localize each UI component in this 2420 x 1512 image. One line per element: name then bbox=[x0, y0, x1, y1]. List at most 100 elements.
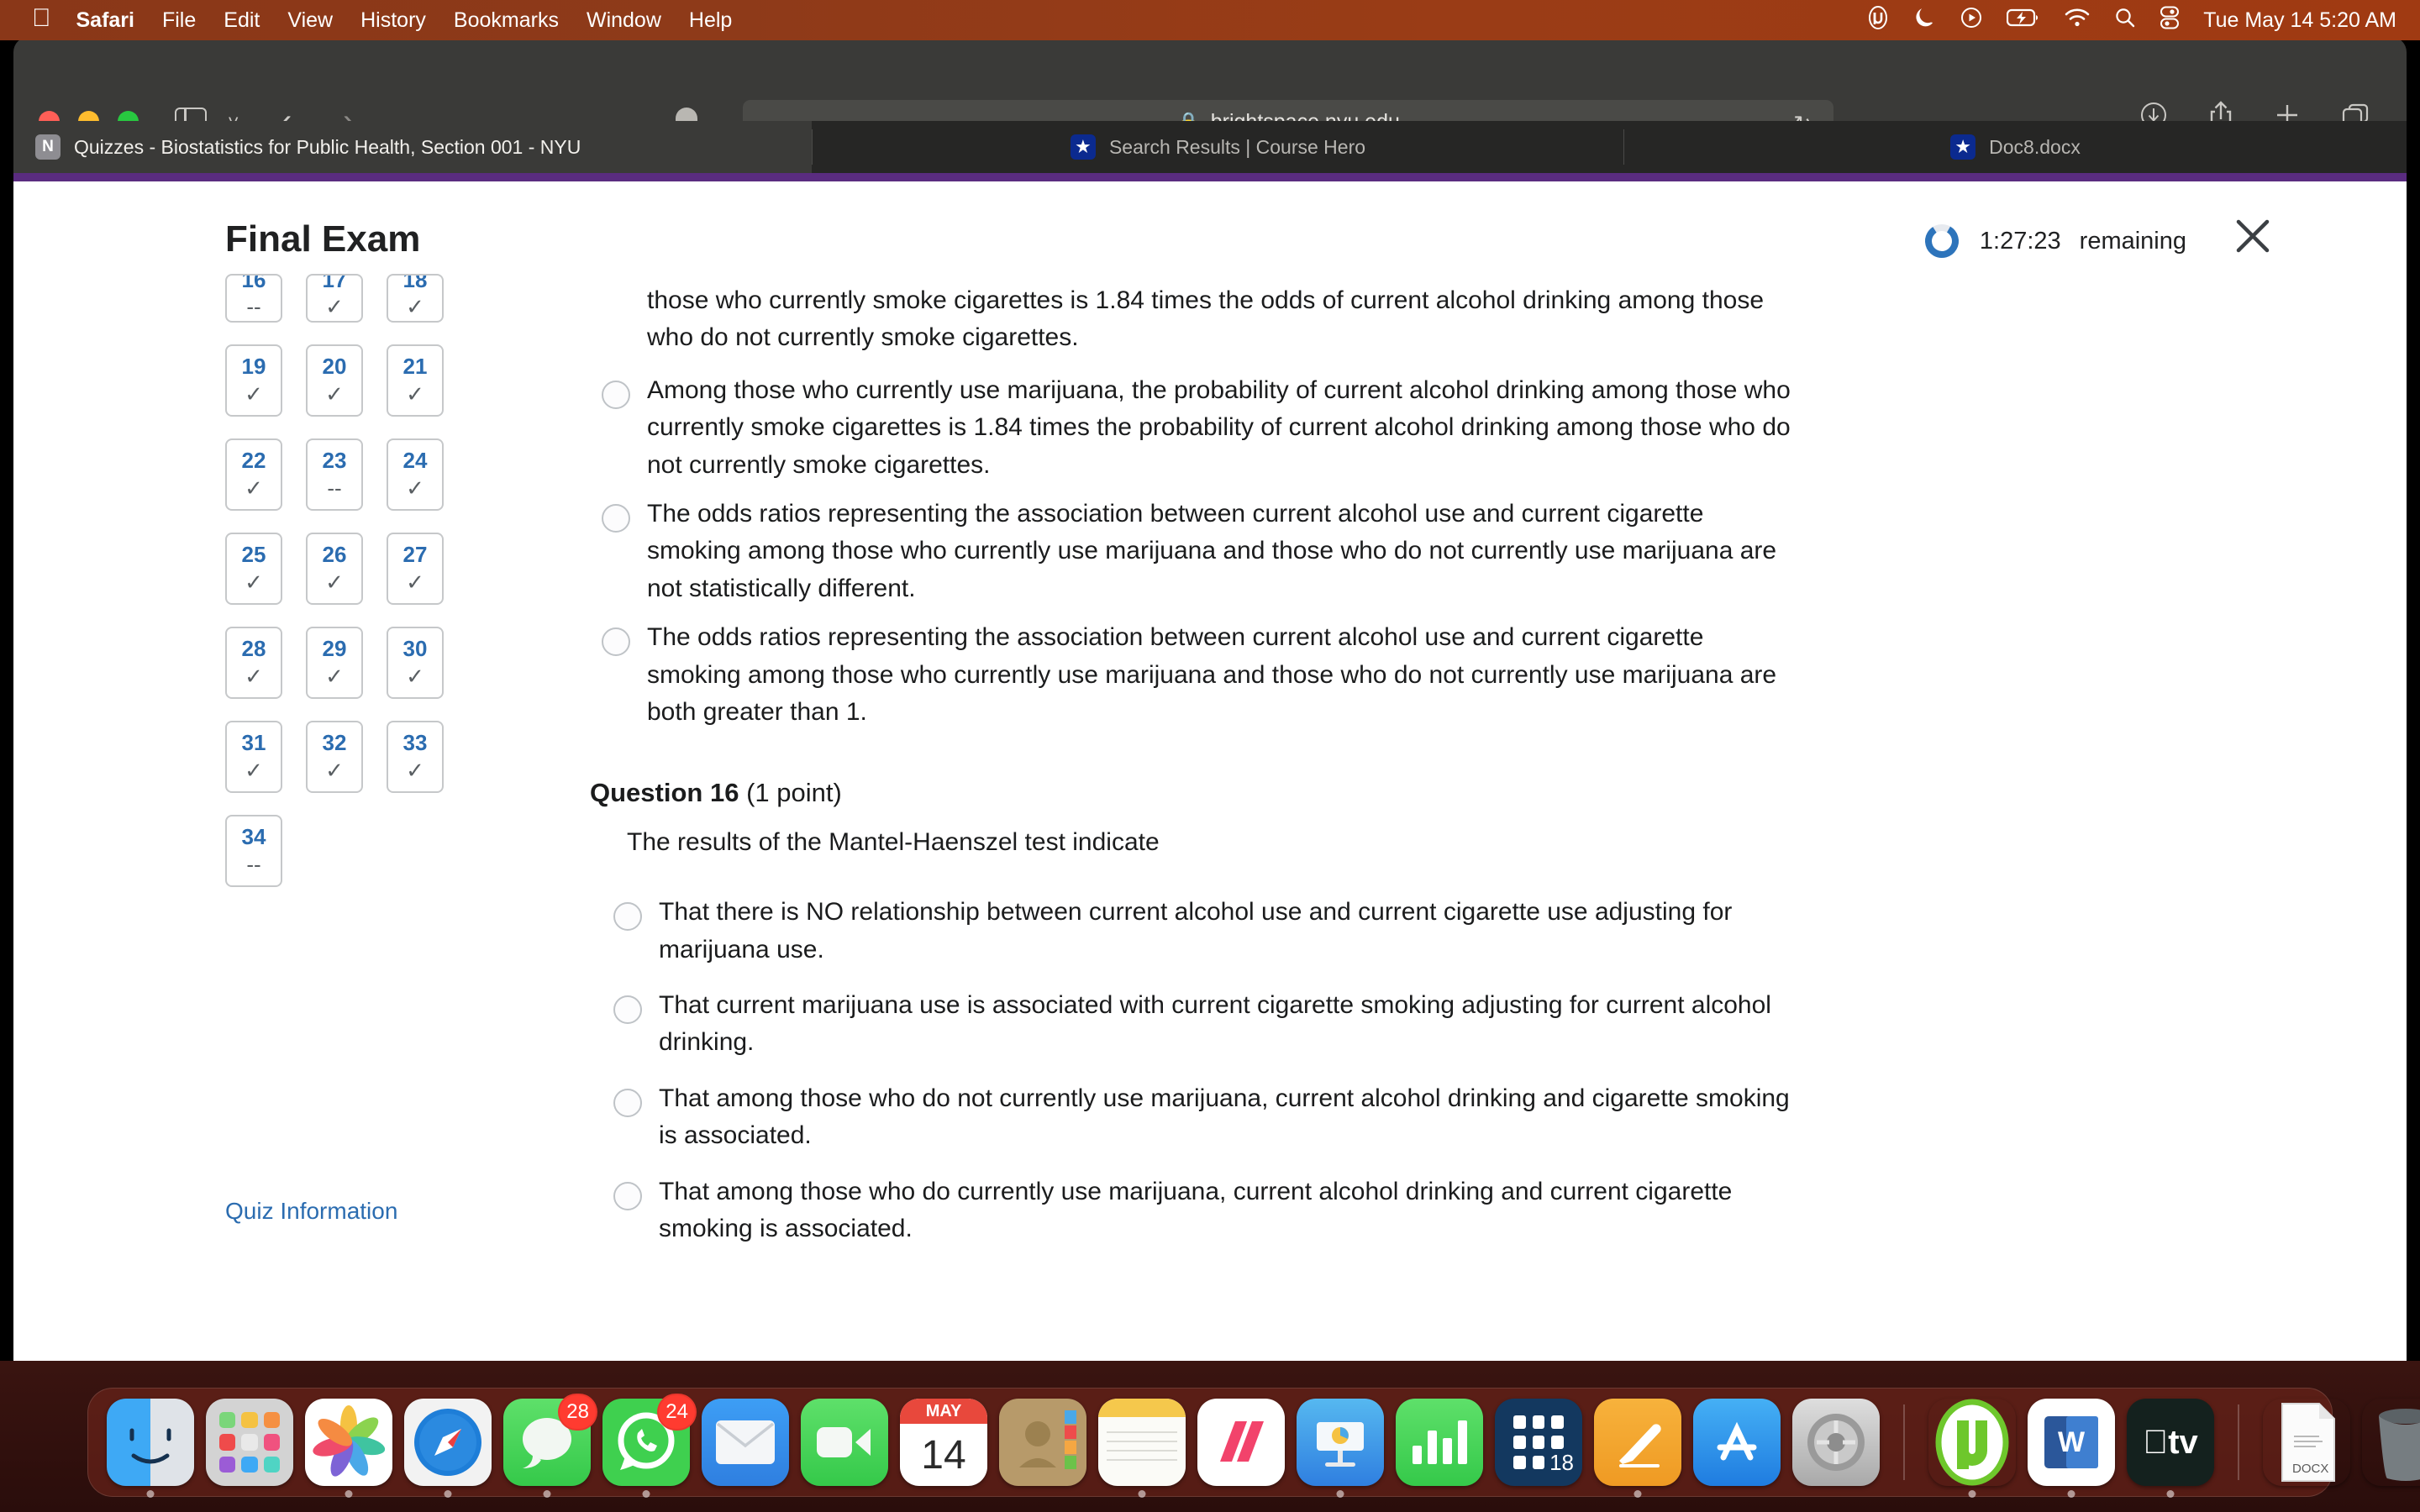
search-icon[interactable] bbox=[2114, 7, 2136, 34]
question-nav-item-22[interactable]: 22 ✓ bbox=[225, 438, 282, 511]
dock-item-apple-tv[interactable]: tv bbox=[2127, 1399, 2214, 1498]
macos-menu-bar:  Safari File Edit View History Bookmark… bbox=[0, 0, 2420, 40]
dock-item-whatsapp[interactable]: 24 bbox=[602, 1394, 697, 1498]
browser-tab-doc8[interactable]: ★ Doc8.docx bbox=[1624, 121, 2407, 173]
running-indicator bbox=[1634, 1490, 1642, 1498]
question-nav-item-28[interactable]: 28 ✓ bbox=[225, 627, 282, 699]
dock-item-finder[interactable] bbox=[107, 1399, 194, 1498]
do-not-disturb-moon-icon[interactable] bbox=[1914, 6, 1936, 35]
question-nav-item-16[interactable]: 16 -- bbox=[225, 274, 282, 323]
menu-item-file[interactable]: File bbox=[162, 8, 196, 33]
menu-item-safari[interactable]: Safari bbox=[76, 8, 134, 33]
question-nav-item-32[interactable]: 32 ✓ bbox=[306, 721, 363, 793]
menu-item-history[interactable]: History bbox=[360, 8, 426, 33]
menu-item-help[interactable]: Help bbox=[689, 8, 732, 33]
radio-button-icon[interactable] bbox=[613, 1088, 642, 1117]
answer-option[interactable]: That among those who do currently use ma… bbox=[613, 1173, 1795, 1248]
radio-button-icon[interactable] bbox=[613, 902, 642, 932]
answer-option[interactable]: That there is NO relationship between cu… bbox=[613, 894, 1795, 969]
dock-item-calendar[interactable]: MAY 14 bbox=[900, 1399, 987, 1486]
radio-button-icon[interactable] bbox=[613, 995, 642, 1025]
dock-item-notes[interactable] bbox=[1098, 1399, 1186, 1498]
question-nav-item-21[interactable]: 21 ✓ bbox=[387, 344, 444, 417]
question-nav-item-25[interactable]: 25 ✓ bbox=[225, 533, 282, 605]
wifi-icon[interactable] bbox=[2064, 8, 2091, 34]
answer-option[interactable]: Among those who currently use marijuana,… bbox=[602, 372, 1795, 484]
question-navigation-grid: 16 -- 17 ✓ 18 ✓ 19 ✓ 20 ✓ 21 ✓ 22 ✓ 23 -… bbox=[225, 274, 469, 909]
answer-option[interactable]: That current marijuana use is associated… bbox=[613, 987, 1795, 1062]
control-center-icon[interactable] bbox=[2160, 6, 2180, 35]
question-nav-item-31[interactable]: 31 ✓ bbox=[225, 721, 282, 793]
dock-item-pages[interactable] bbox=[1594, 1399, 1681, 1498]
answer-option[interactable]: That among those who do not currently us… bbox=[613, 1080, 1795, 1155]
radio-button-icon[interactable] bbox=[613, 1181, 642, 1210]
quiz-information-link[interactable]: Quiz Information bbox=[225, 1198, 397, 1225]
menu-item-bookmarks[interactable]: Bookmarks bbox=[454, 8, 559, 33]
dock-item-messages[interactable]: 28 bbox=[503, 1394, 597, 1498]
question-nav-item-33[interactable]: 33 ✓ bbox=[387, 721, 444, 793]
question-number: 26 bbox=[322, 542, 347, 567]
question-nav-item-19[interactable]: 19 ✓ bbox=[225, 344, 282, 417]
question-nav-item-17[interactable]: 17 ✓ bbox=[306, 274, 363, 323]
battery-charging-icon[interactable] bbox=[2007, 8, 2040, 34]
question-number: 32 bbox=[322, 730, 347, 755]
question-nav-row: 16 -- 17 ✓ 18 ✓ bbox=[225, 274, 469, 323]
browser-tab-course-hero[interactable]: ★ Search Results | Course Hero bbox=[813, 121, 1623, 173]
menu-item-view[interactable]: View bbox=[287, 8, 333, 33]
question-16-number: Question 16 bbox=[590, 778, 739, 808]
apple-logo-icon[interactable]:  bbox=[32, 6, 51, 31]
question-nav-item-18[interactable]: 18 ✓ bbox=[387, 274, 444, 323]
answer-option-label: That there is NO relationship between cu… bbox=[659, 898, 1733, 963]
dock-item-contacts[interactable] bbox=[999, 1399, 1086, 1486]
radio-button-icon[interactable] bbox=[602, 503, 630, 533]
question-status-mark: -- bbox=[327, 475, 342, 501]
dock-item-photos[interactable] bbox=[305, 1399, 392, 1498]
dock-item-utorrent[interactable] bbox=[1928, 1399, 2016, 1498]
dock-item-mail[interactable] bbox=[702, 1399, 789, 1486]
utorrent-icon[interactable] bbox=[1865, 5, 1891, 36]
dock-item-microsoft-word[interactable]: W bbox=[2028, 1399, 2115, 1498]
menu-bar-status-area: Tue May 14 5:20 AM bbox=[1865, 0, 2396, 40]
question-status-mark: ✓ bbox=[325, 570, 344, 595]
play-circle-icon[interactable] bbox=[1960, 6, 1983, 35]
question-nav-item-30[interactable]: 30 ✓ bbox=[387, 627, 444, 699]
question-nav-item-26[interactable]: 26 ✓ bbox=[306, 533, 363, 605]
question-nav-item-23[interactable]: 23 -- bbox=[306, 438, 363, 511]
menu-item-window[interactable]: Window bbox=[587, 8, 661, 33]
browser-tab-label: Search Results | Course Hero bbox=[1108, 135, 1366, 158]
close-icon[interactable] bbox=[2233, 217, 2272, 255]
brightspace-accent-bar bbox=[13, 173, 2407, 181]
answer-option[interactable]: The odds ratios representing the associa… bbox=[602, 619, 1795, 731]
question-number: 25 bbox=[241, 542, 266, 567]
dock-item-numbers[interactable] bbox=[1396, 1399, 1483, 1486]
dock-item-docx-file[interactable]: DOCX bbox=[2263, 1399, 2350, 1486]
running-indicator bbox=[444, 1490, 452, 1498]
dock-item-app-store[interactable] bbox=[1693, 1399, 1781, 1486]
question-nav-item-29[interactable]: 29 ✓ bbox=[306, 627, 363, 699]
question-nav-item-34[interactable]: 34 -- bbox=[225, 815, 282, 887]
dock-item-keynote[interactable] bbox=[1297, 1399, 1384, 1498]
dock-item-calculator[interactable]: 18 bbox=[1495, 1399, 1582, 1486]
running-indicator bbox=[642, 1490, 650, 1498]
dock-item-safari[interactable] bbox=[404, 1399, 492, 1498]
answer-option[interactable]: The odds ratios representing the associa… bbox=[602, 496, 1795, 607]
question-status-mark: ✓ bbox=[406, 664, 424, 689]
running-indicator bbox=[345, 1490, 353, 1498]
dock-item-system-settings[interactable] bbox=[1792, 1399, 1880, 1486]
calculator-badge-number: 18 bbox=[1549, 1450, 1574, 1475]
dock-item-trash[interactable] bbox=[2362, 1399, 2420, 1486]
dock-separator bbox=[1903, 1404, 1905, 1480]
question-nav-item-20[interactable]: 20 ✓ bbox=[306, 344, 363, 417]
dock-item-news[interactable] bbox=[1197, 1399, 1285, 1486]
dock-item-facetime[interactable] bbox=[801, 1399, 888, 1486]
svg-text:W: W bbox=[2058, 1426, 2086, 1458]
question-nav-item-27[interactable]: 27 ✓ bbox=[387, 533, 444, 605]
radio-button-icon[interactable] bbox=[602, 380, 630, 409]
radio-button-icon[interactable] bbox=[602, 627, 630, 657]
menu-bar-clock[interactable]: Tue May 14 5:20 AM bbox=[2203, 8, 2396, 33]
dock-item-launchpad[interactable] bbox=[206, 1399, 293, 1486]
timer-progress-ring bbox=[1923, 222, 1961, 260]
question-nav-item-24[interactable]: 24 ✓ bbox=[387, 438, 444, 511]
menu-item-edit[interactable]: Edit bbox=[224, 8, 260, 33]
browser-tab-quizzes[interactable]: N Quizzes - Biostatistics for Public Hea… bbox=[13, 121, 812, 173]
